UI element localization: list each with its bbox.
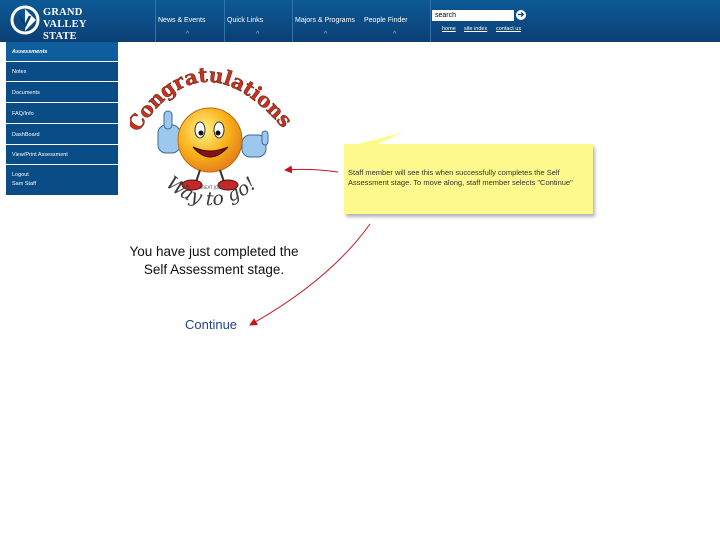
top-header: GRAND VALLEY STATE UNIVERSITY. News & Ev… [0,0,720,54]
annotation-callout: Staff member will see this when successf… [344,144,593,214]
way-to-go-text: Way to go! [162,172,260,211]
search-input[interactable] [432,10,514,21]
nav-divider [292,0,293,42]
home-link[interactable]: home [442,26,456,32]
gvsu-logo-mark-icon [10,5,40,35]
callout-tab [358,132,404,144]
search-go-icon[interactable]: ➔ [516,10,526,20]
smiley-face-icon [177,107,243,173]
chevron-up-icon: ^ [186,31,190,38]
nav-divider [430,0,431,42]
sidebar-item-notes[interactable]: Notes [6,62,118,82]
sidebar-menu: Assessments Notes Documents FAQ/Info Das… [6,42,118,195]
sidebar-item-dashboard[interactable]: DashBoard [6,125,118,145]
sidebar-item-assessments[interactable]: Assessments [6,42,118,62]
contact-us-link[interactable]: contact us [496,26,521,32]
hand-right-icon [241,130,269,158]
logout-label: Logout [12,172,29,178]
sidebar-item-logout[interactable]: Logout Sam Staff [6,166,118,196]
site-index-link[interactable]: site index [464,26,487,32]
completion-message: You have just completed the Self Assessm… [112,243,316,279]
nav-quick-links[interactable]: Quick Links [227,17,263,24]
nav-divider [224,0,225,42]
nav-people-finder[interactable]: People Finder [364,17,408,24]
gvsu-logo[interactable]: GRAND VALLEY STATE UNIVERSITY. [10,4,128,54]
user-name: Sam Staff [12,181,37,187]
sidebar-item-view-print-assessment[interactable]: View/Print Assessment [6,145,118,165]
svg-text:Way to go!: Way to go! [162,172,260,211]
sidebar-item-faq-info[interactable]: FAQ/Info [6,104,118,124]
completion-line-1: You have just completed the [129,244,299,259]
chevron-up-icon: ^ [393,31,397,38]
arrow-to-graphic [284,165,339,174]
thumbs-up-left-icon [157,110,181,154]
completion-line-2: Self Assessment stage. [143,262,285,277]
nav-news-events[interactable]: News & Events [158,17,205,24]
callout-text: Staff member will see this when successf… [348,168,573,187]
continue-link[interactable]: Continue [185,317,237,332]
logo-line-1: GRAND VALLEY [43,7,87,30]
congratulations-graphic: Congratulations GREAT JOB Way to go! [130,62,290,211]
sidebar-item-documents[interactable]: Documents [6,83,118,103]
chevron-up-icon: ^ [324,31,328,38]
nav-divider [155,0,156,42]
chevron-up-icon: ^ [256,31,260,38]
nav-majors-programs[interactable]: Majors & Programs [295,17,355,24]
